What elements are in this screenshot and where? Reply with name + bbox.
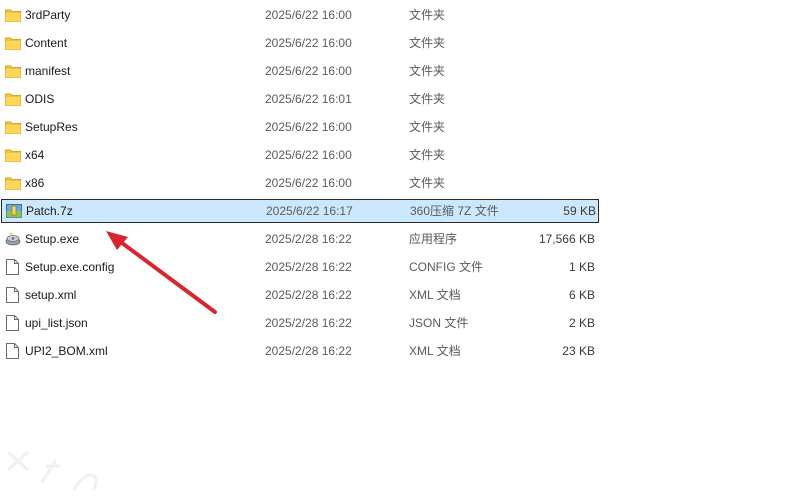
file-type: 文件夹 (409, 36, 446, 50)
file-name: ODIS (25, 92, 55, 106)
file-row-setup-exe-config[interactable]: Setup.exe.config 2025/2/28 16:22 CONFIG … (0, 255, 600, 279)
file-date: 2025/2/28 16:22 (265, 288, 352, 302)
file-date: 2025/2/28 16:22 (265, 232, 352, 246)
file-row-x86[interactable]: x86 2025/6/22 16:00 文件夹 (0, 171, 600, 195)
document-icon (6, 315, 22, 331)
document-icon (6, 343, 22, 359)
file-name: 3rdParty (25, 8, 71, 22)
file-date: 2025/6/22 16:00 (265, 36, 352, 50)
file-row-manifest[interactable]: manifest 2025/6/22 16:00 文件夹 (0, 59, 600, 83)
folder-icon (5, 64, 21, 78)
file-row-upi-list-json[interactable]: upi_list.json 2025/2/28 16:22 JSON 文件 2 … (0, 311, 600, 335)
file-type: 文件夹 (409, 120, 446, 134)
file-size: 59 KB (563, 204, 596, 218)
file-type: 应用程序 (409, 232, 458, 246)
document-icon (6, 287, 22, 303)
folder-icon (5, 148, 21, 162)
folder-icon (5, 176, 21, 190)
file-size: 6 KB (568, 288, 595, 302)
file-row-patch-7z[interactable]: Patch.7z 2025/6/22 16:17 360压缩 7Z 文件 59 … (1, 199, 599, 223)
file-type: XML 文档 (409, 344, 461, 358)
file-row-setup-exe[interactable]: Setup.exe 2025/2/28 16:22 应用程序 17,566 KB (0, 227, 600, 251)
file-type: 文件夹 (409, 64, 446, 78)
file-date: 2025/6/22 16:17 (266, 204, 353, 218)
archive-icon (6, 204, 22, 218)
file-row-odis[interactable]: ODIS 2025/6/22 16:01 文件夹 (0, 87, 600, 111)
watermark-graphic (6, 450, 98, 491)
file-date: 2025/2/28 16:22 (265, 344, 352, 358)
file-size: 23 KB (562, 344, 595, 358)
file-name: SetupRes (25, 120, 78, 134)
file-name: upi_list.json (25, 316, 88, 330)
file-size: 2 KB (568, 316, 595, 330)
file-row-3rdparty[interactable]: 3rdParty 2025/6/22 16:00 文件夹 (0, 3, 600, 27)
file-date: 2025/2/28 16:22 (265, 316, 352, 330)
folder-icon (5, 36, 21, 50)
file-name: Content (25, 36, 68, 50)
file-name: x86 (25, 176, 45, 190)
file-name: setup.xml (25, 288, 77, 302)
file-name: x64 (25, 148, 45, 162)
file-size (480, 115, 595, 139)
file-date: 2025/6/22 16:01 (265, 92, 352, 106)
folder-icon (5, 92, 21, 106)
file-date: 2025/6/22 16:00 (265, 120, 352, 134)
document-icon (6, 259, 22, 275)
file-size (480, 31, 595, 55)
file-type: CONFIG 文件 (409, 260, 483, 274)
file-size (480, 3, 595, 27)
setup-exe-icon (5, 232, 21, 246)
file-name: Setup.exe (25, 232, 80, 246)
file-name: Patch.7z (26, 204, 73, 218)
file-row-content[interactable]: Content 2025/6/22 16:00 文件夹 (0, 31, 600, 55)
file-row-upi2-bom-xml[interactable]: UPI2_BOM.xml 2025/2/28 16:22 XML 文档 23 K… (0, 339, 600, 363)
file-size (480, 59, 595, 83)
file-row-setup-xml[interactable]: setup.xml 2025/2/28 16:22 XML 文档 6 KB (0, 283, 600, 307)
file-size (480, 171, 595, 195)
folder-icon (5, 8, 21, 22)
file-date: 2025/6/22 16:00 (265, 176, 352, 190)
file-size (480, 87, 595, 111)
file-size: 1 KB (568, 260, 595, 274)
file-type: 文件夹 (409, 148, 446, 162)
file-row-x64[interactable]: x64 2025/6/22 16:00 文件夹 (0, 143, 600, 167)
file-type: XML 文档 (409, 288, 461, 302)
folder-icon (5, 120, 21, 134)
file-type: 文件夹 (409, 8, 446, 22)
file-date: 2025/6/22 16:00 (265, 8, 352, 22)
file-date: 2025/6/22 16:00 (265, 64, 352, 78)
file-type: 文件夹 (409, 92, 446, 106)
file-size (480, 143, 595, 167)
file-name: manifest (25, 64, 71, 78)
file-date: 2025/6/22 16:00 (265, 148, 352, 162)
file-size: 17,566 KB (538, 232, 595, 246)
file-name: UPI2_BOM.xml (25, 344, 108, 358)
file-date: 2025/2/28 16:22 (265, 260, 352, 274)
file-row-setupres[interactable]: SetupRes 2025/6/22 16:00 文件夹 (0, 115, 600, 139)
file-name: Setup.exe.config (25, 260, 115, 274)
file-type: JSON 文件 (409, 316, 469, 330)
file-type: 文件夹 (409, 176, 446, 190)
